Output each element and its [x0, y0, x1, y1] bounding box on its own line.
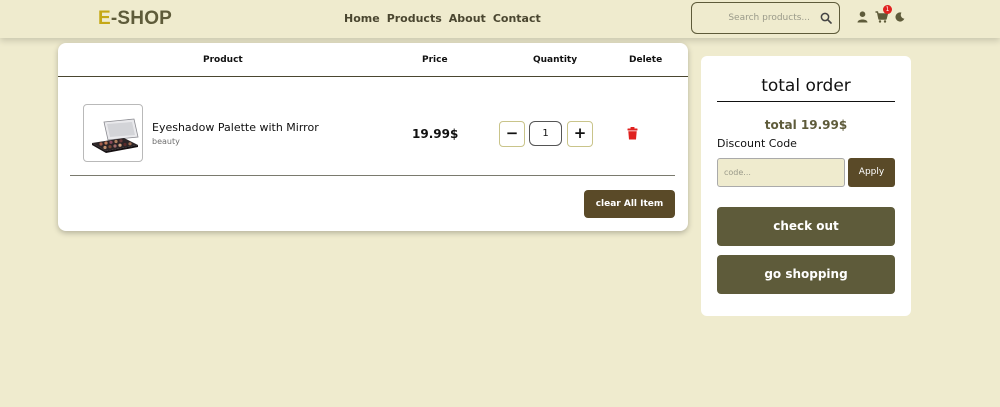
search-input[interactable] [700, 9, 810, 27]
apply-discount-button[interactable]: Apply [848, 158, 895, 187]
logo-accent: E [98, 8, 111, 29]
order-total: total 19.99$ [764, 118, 848, 132]
nav-links: Home Products About Contact [344, 12, 541, 25]
clear-all-items-button[interactable]: clear All Item [584, 190, 675, 218]
cart-table-header: Product Price Quantity Delete [58, 43, 688, 77]
search-box [691, 2, 840, 34]
navbar: E-SHOP Home Products About Contact 1 [0, 0, 1000, 38]
product-category: beauty [152, 137, 180, 146]
eyeshadow-palette-image [92, 118, 139, 153]
header-product: Product [203, 55, 243, 65]
product-name[interactable]: Eyeshadow Palette with Mirror [152, 121, 319, 134]
go-shopping-button[interactable]: go shopping [717, 255, 895, 294]
cart-count-badge: 1 [883, 5, 892, 14]
header-delete: Delete [629, 55, 663, 65]
user-icon[interactable] [857, 11, 868, 23]
product-price: 19.99$ [412, 127, 459, 141]
order-summary-card: total order total 19.99$ Discount Code A… [701, 56, 911, 316]
header-quantity: Quantity [533, 55, 578, 65]
checkout-button[interactable]: check out [717, 207, 895, 246]
nav-about-link[interactable]: About [449, 12, 486, 25]
product-image[interactable] [83, 104, 143, 162]
nav-products-link[interactable]: Products [387, 12, 442, 25]
cart-divider [70, 175, 675, 176]
discount-code-label: Discount Code [717, 137, 797, 150]
discount-code-input[interactable] [717, 158, 845, 187]
increment-quantity-button[interactable]: + [567, 121, 593, 147]
search-icon[interactable] [820, 12, 832, 24]
logo-text: -SHOP [110, 8, 173, 29]
decrement-quantity-button[interactable]: − [499, 121, 525, 147]
nav-home-link[interactable]: Home [344, 12, 380, 25]
header-price: Price [422, 55, 448, 65]
logo[interactable]: E-SHOP [98, 8, 172, 30]
moon-icon[interactable] [895, 12, 905, 22]
order-summary-title: total order [717, 76, 895, 102]
quantity-input[interactable] [529, 121, 562, 146]
nav-contact-link[interactable]: Contact [493, 12, 541, 25]
cart-card: Product Price Quantity Delete Eyeshadow … [58, 43, 688, 231]
trash-icon[interactable] [627, 127, 638, 140]
